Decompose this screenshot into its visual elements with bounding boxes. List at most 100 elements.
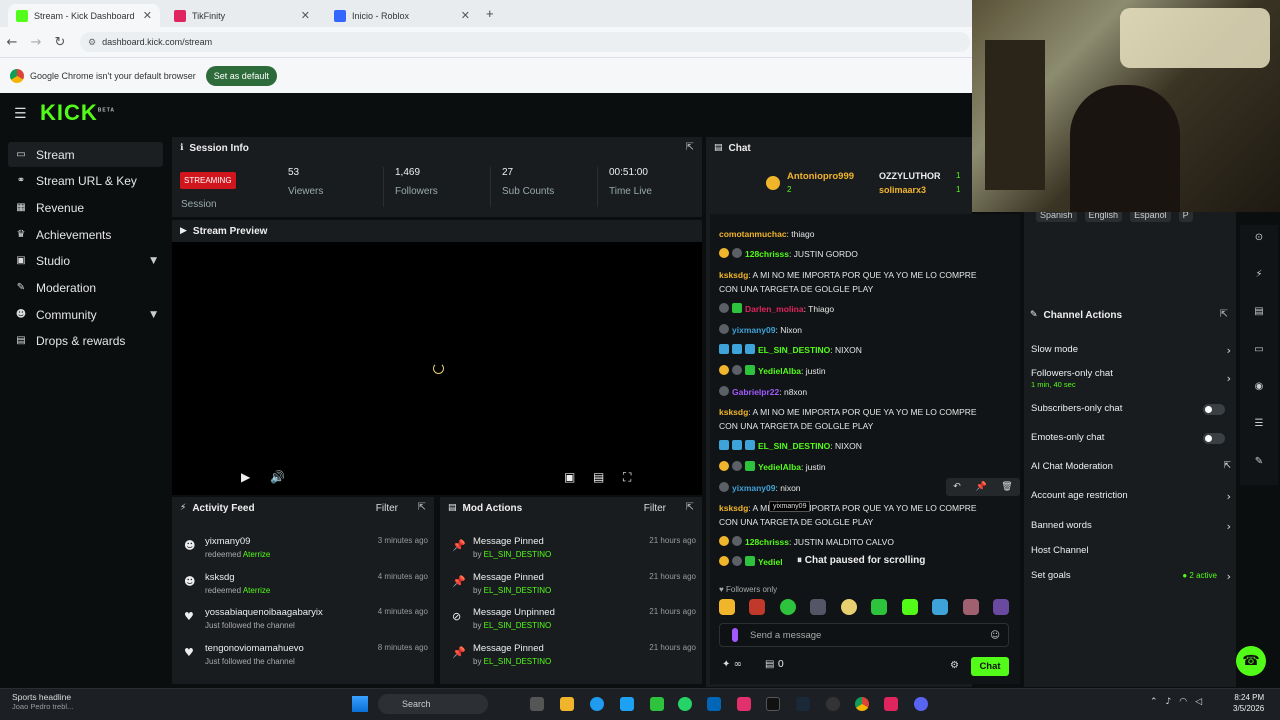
chat-username[interactable]: YedielAlba xyxy=(758,366,801,376)
chat-message[interactable]: YedielAlba: justin xyxy=(719,460,826,474)
target-icon[interactable]: ⊙ xyxy=(1249,228,1269,248)
chat-bubble-icon[interactable]: ▭ xyxy=(1249,340,1269,360)
site-info-icon[interactable]: ⚙ xyxy=(88,37,96,48)
whatsapp-icon[interactable] xyxy=(678,697,692,711)
filter-button[interactable]: Filter xyxy=(376,503,398,514)
chat-input[interactable]: Send a message ☺ xyxy=(719,623,1009,647)
chat-message[interactable]: yixmany09: Nixon xyxy=(719,323,802,337)
address-bar[interactable]: ⚙ dashboard.kick.com/stream xyxy=(80,32,970,52)
kick-logo[interactable]: KICKBETA xyxy=(40,100,115,126)
chat-message[interactable]: Gabrielpr22: n8xon xyxy=(719,385,807,399)
emote-icon[interactable] xyxy=(749,599,766,615)
emoji-icon[interactable]: ☺ xyxy=(990,630,1000,641)
popout-icon[interactable]: ⇱ xyxy=(686,502,694,513)
chevron-up-icon[interactable]: ⌃ xyxy=(1150,697,1158,707)
instagram-icon[interactable] xyxy=(737,697,751,711)
sidebar-item-community[interactable]: ☻ Community ▼ xyxy=(8,302,163,327)
emote-icon[interactable] xyxy=(901,599,918,615)
emote-icon[interactable] xyxy=(810,599,827,615)
sidebar-item-moderation[interactable]: ✎ Moderation xyxy=(8,275,163,300)
emote-icon[interactable] xyxy=(871,599,888,615)
chat-message[interactable]: ksksdg: A MI NO ME IMPORTA POR QUE YA YO… xyxy=(719,268,977,282)
gift-display[interactable]: ▤ 0 xyxy=(765,659,784,670)
chat-username[interactable]: Darlen_molina xyxy=(745,304,804,314)
obs-icon[interactable] xyxy=(826,697,840,711)
reply-icon[interactable]: ↶ xyxy=(953,482,961,492)
set-goals-item[interactable]: Set goals ● 2 active › xyxy=(1031,570,1231,583)
chat-username[interactable]: yixmany09 xyxy=(732,483,775,493)
banned-words-item[interactable]: Banned words › xyxy=(1031,520,1231,533)
chat-message[interactable]: yixmany09: nixon xyxy=(719,481,801,495)
mic-tray-icon[interactable]: ♪ xyxy=(1166,697,1172,707)
emote-icon[interactable] xyxy=(840,599,857,615)
chat-message[interactable]: 128chrisss: JUSTIN MALDITO CALVO xyxy=(719,535,894,549)
emote-icon[interactable] xyxy=(992,599,1009,615)
chat-message[interactable]: EL_SIN_DESTINO: NIXON xyxy=(719,343,862,357)
chevron-down-icon[interactable]: ▼ xyxy=(150,310,157,320)
tab-tikfinity[interactable]: TikFinity ✕ xyxy=(166,4,318,27)
help-icon[interactable]: ☎ xyxy=(1236,646,1266,676)
tikfinity-taskbar-icon[interactable] xyxy=(884,697,898,711)
chat-username[interactable]: YedielAlba xyxy=(758,462,801,472)
folder-icon[interactable] xyxy=(560,697,574,711)
windows-start-icon[interactable] xyxy=(352,696,368,712)
chat-paused-banner[interactable]: ⏸ Chat paused for scrolling xyxy=(797,555,925,566)
store-icon[interactable] xyxy=(707,697,721,711)
sidebar-item-drops[interactable]: ▤ Drops & rewards xyxy=(8,328,163,353)
chat-username[interactable]: ksksdg xyxy=(719,270,748,280)
popout-icon[interactable]: ⇱ xyxy=(686,142,694,153)
play-icon[interactable]: ▶ xyxy=(241,470,250,484)
chat-username[interactable]: ksksdg xyxy=(719,503,748,513)
chat-message[interactable]: 128chrisss: JUSTIN GORDO xyxy=(719,247,858,261)
chat-username[interactable]: Yediel xyxy=(758,557,783,567)
terminal-icon[interactable] xyxy=(530,697,544,711)
fullscreen-icon[interactable]: ⛶ xyxy=(623,470,631,485)
chat-message[interactable]: YedielAlba: justin xyxy=(719,364,826,378)
chat-message[interactable]: EL_SIN_DESTINO: NIXON xyxy=(719,439,862,453)
top-chatter-name[interactable]: Antoniopro999 xyxy=(787,171,854,182)
clock[interactable]: 8:24 PM 3/5/2026 xyxy=(1233,692,1264,714)
edge-icon[interactable] xyxy=(590,697,604,711)
sidebar-item-achievements[interactable]: ♛ Achievements xyxy=(8,222,163,247)
emote-icon[interactable] xyxy=(932,599,949,615)
top-chatter-name[interactable]: OZZYLUTHOR xyxy=(879,171,941,181)
tab-roblox[interactable]: Inicio - Roblox ✕ xyxy=(326,4,478,27)
delete-icon[interactable]: 🗑 xyxy=(1001,482,1012,492)
sidebar-item-stream[interactable]: ▭ Stream xyxy=(8,142,163,167)
subscribers-only-toggle[interactable] xyxy=(1203,404,1225,415)
chat-username[interactable]: 128chrisss xyxy=(745,537,789,547)
chat-username[interactable]: 128chrisss xyxy=(745,249,789,259)
broadcast-icon[interactable]: ◉ xyxy=(1249,377,1269,397)
sidebar-item-studio[interactable]: ▣ Studio ▼ xyxy=(8,248,163,273)
chat-username[interactable]: ksksdg xyxy=(719,407,748,417)
chat-message[interactable]: CON UNA TARGETA DE GOLGLE PLAY xyxy=(719,419,873,433)
discord-icon[interactable] xyxy=(914,697,928,711)
forward-icon[interactable]: → xyxy=(24,35,48,50)
reload-icon[interactable]: ↻ xyxy=(48,35,72,50)
popout-icon[interactable]: ⇱ xyxy=(1220,309,1228,320)
points-display[interactable]: ✦ ∞ xyxy=(722,659,742,670)
close-tab-icon[interactable]: ✕ xyxy=(301,9,310,22)
tiktok-icon[interactable] xyxy=(766,697,780,711)
host-channel-item[interactable]: Host Channel xyxy=(1031,545,1231,556)
pin-icon[interactable]: 📌 xyxy=(975,482,986,492)
chat-message[interactable]: Darlen_molina: Thiago xyxy=(719,302,834,316)
set-as-default-button[interactable]: Set as default xyxy=(205,65,277,86)
emote-icon[interactable] xyxy=(962,599,979,615)
xbox-icon[interactable] xyxy=(650,697,664,711)
filter-button[interactable]: Filter xyxy=(644,503,666,514)
top-chatter-name[interactable]: solimaarx3 xyxy=(879,185,926,195)
wrench-icon[interactable]: ✎ xyxy=(1249,452,1269,472)
slow-mode-item[interactable]: Slow mode › xyxy=(1031,344,1231,357)
chat-username[interactable]: comotanmuchac xyxy=(719,229,787,239)
steam-icon[interactable] xyxy=(796,697,810,711)
new-tab-button[interactable]: + xyxy=(486,6,494,21)
sidebar-item-stream-url[interactable]: ⚭ Stream URL & Key xyxy=(8,168,163,193)
chat-message[interactable]: ksksdg: A MI NO ME IMPORTA POR QUE YA YO… xyxy=(719,501,977,515)
emote-icon[interactable] xyxy=(779,599,796,615)
emote-icon[interactable] xyxy=(719,599,735,615)
close-tab-icon[interactable]: ✕ xyxy=(143,9,152,22)
chat-username[interactable]: EL_SIN_DESTINO xyxy=(758,345,830,355)
chat-message[interactable]: CON UNA TARGETA DE GOLGLE PLAY xyxy=(719,282,873,296)
news-widget[interactable]: Sports headline Joao Pedro trebl... xyxy=(12,692,73,711)
